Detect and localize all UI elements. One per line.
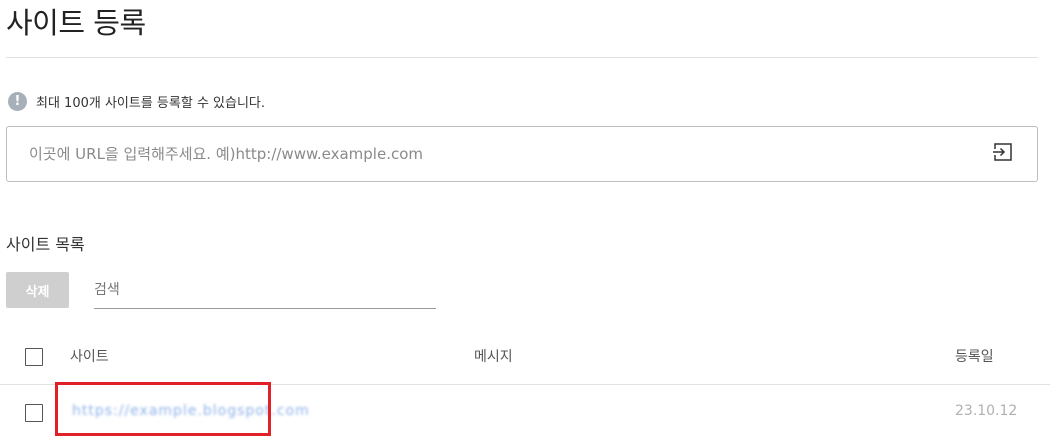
site-link[interactable]: https://example.blogspot.com xyxy=(72,403,310,419)
column-registered: 등록일 xyxy=(955,349,994,365)
table-header: 사이트 메시지 등록일 xyxy=(0,330,1050,385)
table-row: https://example.blogspot.com 23.10.12 xyxy=(0,385,1050,439)
delete-button[interactable]: 삭제 xyxy=(6,272,69,308)
site-list-title: 사이트 목록 xyxy=(6,235,85,254)
url-submit-button[interactable] xyxy=(987,141,1017,167)
search-field xyxy=(94,273,436,309)
row-checkbox[interactable] xyxy=(25,404,43,422)
select-all-checkbox[interactable] xyxy=(25,348,43,366)
search-input[interactable] xyxy=(94,273,436,307)
url-input[interactable] xyxy=(29,127,969,181)
url-input-box xyxy=(6,126,1038,182)
page-title: 사이트 등록 xyxy=(6,6,146,40)
enter-icon xyxy=(992,143,1012,165)
title-divider xyxy=(6,57,1038,58)
notice: ! 최대 100개 사이트를 등록할 수 있습니다. xyxy=(8,92,265,111)
row-date: 23.10.12 xyxy=(955,403,1018,419)
column-site: 사이트 xyxy=(70,349,109,365)
notice-text: 최대 100개 사이트를 등록할 수 있습니다. xyxy=(36,96,266,111)
info-icon: ! xyxy=(8,92,27,111)
column-message: 메시지 xyxy=(474,349,513,365)
